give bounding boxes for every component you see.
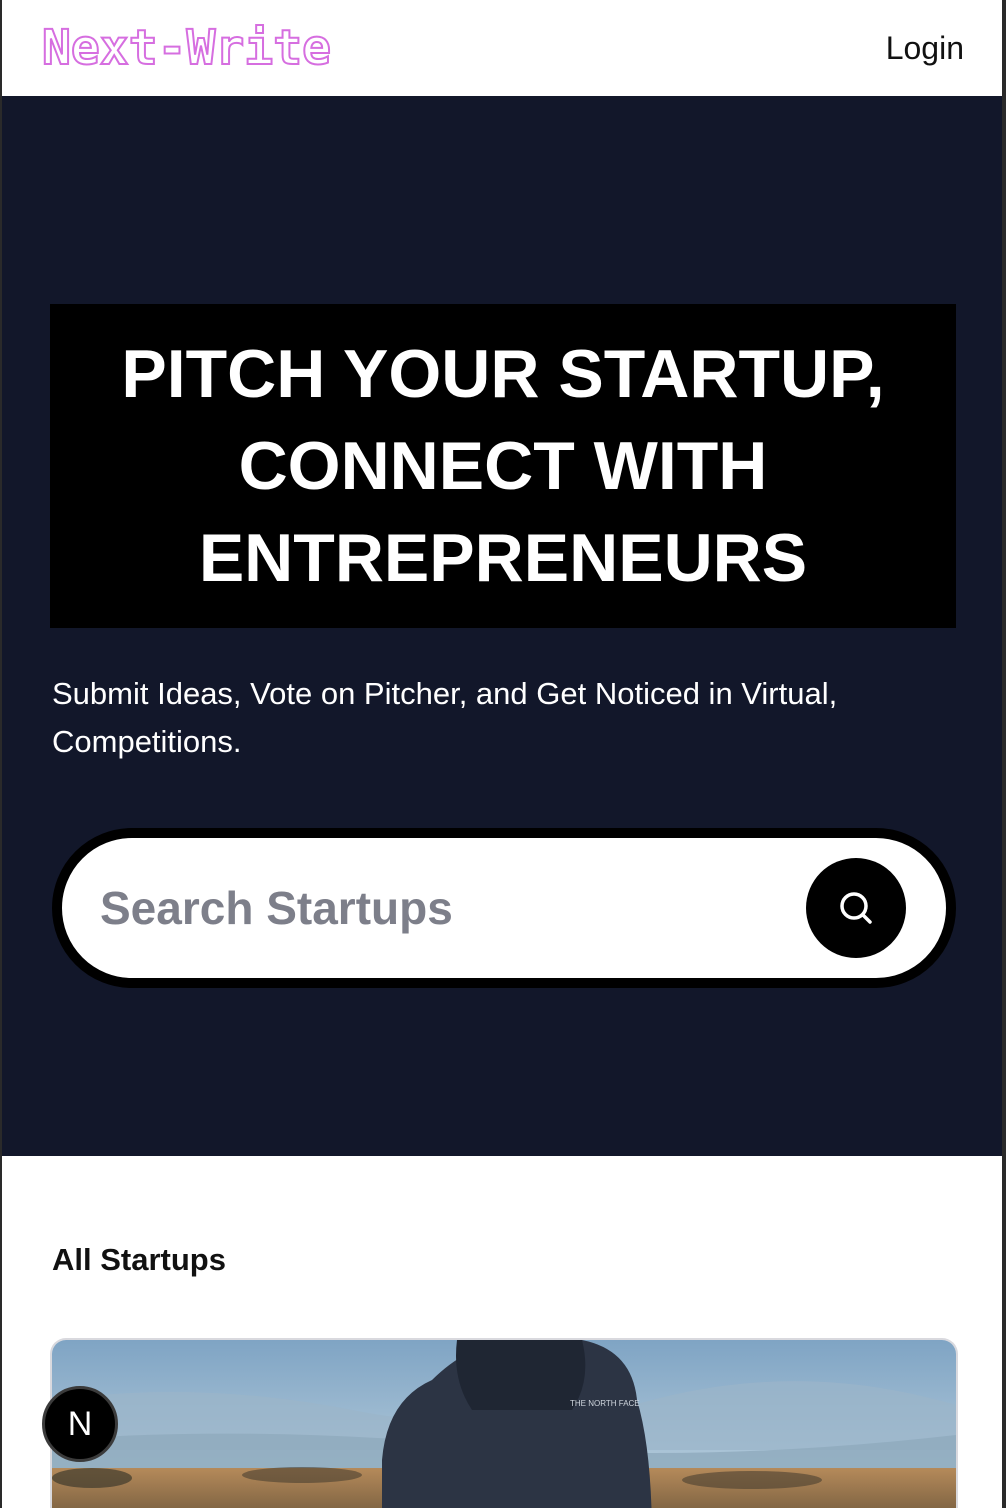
nextjs-dev-badge[interactable]: N bbox=[42, 1386, 118, 1462]
startup-card[interactable]: THE NORTH FACE bbox=[52, 1340, 956, 1508]
top-navbar: Next-Write Login bbox=[2, 0, 1002, 96]
startup-cover-image: THE NORTH FACE bbox=[52, 1340, 956, 1508]
search-input[interactable] bbox=[100, 868, 780, 948]
hero-headline: PITCH YOUR STARTUP, CONNECT WITH ENTREPR… bbox=[121, 336, 885, 596]
browser-viewport: Next-Write Login PITCH YOUR STARTUP, CON… bbox=[0, 0, 1006, 1508]
search-form bbox=[52, 828, 956, 988]
login-link[interactable]: Login bbox=[886, 28, 964, 68]
headline-box: PITCH YOUR STARTUP, CONNECT WITH ENTREPR… bbox=[50, 304, 956, 628]
all-startups-heading: All Startups bbox=[52, 1242, 226, 1277]
search-icon bbox=[840, 892, 872, 924]
hero-section: PITCH YOUR STARTUP, CONNECT WITH ENTREPR… bbox=[2, 96, 1002, 1156]
hero-subtitle: Submit Ideas, Vote on Pitcher, and Get N… bbox=[52, 676, 838, 759]
svg-text:THE NORTH FACE: THE NORTH FACE bbox=[570, 1399, 640, 1408]
site-logo[interactable]: Next-Write bbox=[41, 18, 332, 78]
search-button[interactable] bbox=[806, 858, 906, 958]
